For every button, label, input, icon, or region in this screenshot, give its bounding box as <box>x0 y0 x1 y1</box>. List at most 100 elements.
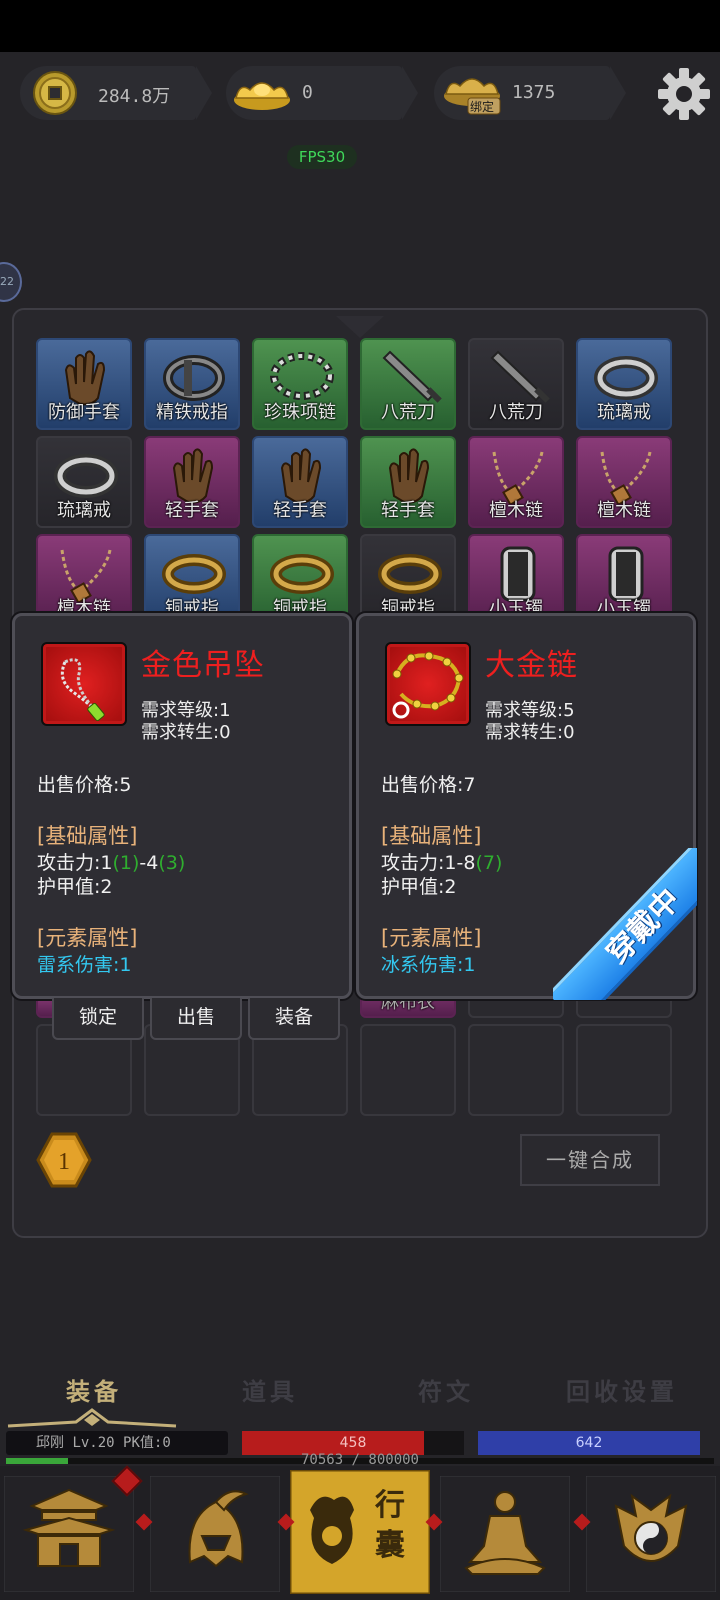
bound-ingot-value: 1375 <box>512 82 556 103</box>
item-name: 八荒刀 <box>489 402 543 423</box>
gold-chain-icon <box>385 642 471 726</box>
inventory-slot[interactable]: 防御手套 <box>36 338 132 430</box>
coin-counter: 284.8万 <box>20 66 212 120</box>
status-bar <box>0 0 720 52</box>
inventory-slot[interactable]: 檀木链 <box>576 436 672 528</box>
inventory-slot-empty[interactable] <box>576 1024 672 1116</box>
item-name: 轻手套 <box>165 500 219 521</box>
inventory-slot[interactable]: 轻手套 <box>360 436 456 528</box>
settings-gear-icon[interactable] <box>656 66 712 122</box>
equipped-ribbon: 穿戴中 <box>553 848 697 1000</box>
iron-ring-icon <box>154 344 234 406</box>
nav-taoism[interactable] <box>585 1475 717 1593</box>
lock-button[interactable]: 锁定 <box>52 998 144 1040</box>
attack-stat: 攻击力:1-8(7) <box>381 852 503 874</box>
inventory-slot[interactable]: 琉璃戒 <box>576 338 672 430</box>
nav-character[interactable] <box>149 1475 281 1593</box>
screen: { "currency": { "coins": "284.8万", "ingo… <box>0 0 720 1600</box>
glove-icon <box>262 442 342 504</box>
required-rebirth: 需求转生:0 <box>485 722 575 743</box>
element-stat: 冰系伤害:1 <box>381 954 476 976</box>
inventory-slot[interactable]: 轻手套 <box>252 436 348 528</box>
palace-icon <box>3 1475 135 1593</box>
item-name: 八荒刀 <box>381 402 435 423</box>
tab-items[interactable]: 道具 <box>242 1372 298 1407</box>
item-name: 轻手套 <box>381 500 435 521</box>
item-name: 珍珠项链 <box>264 402 336 423</box>
nav-palace[interactable] <box>3 1475 135 1593</box>
merge-all-button[interactable]: 一键合成 <box>520 1134 660 1186</box>
item-tooltip-selected: 金色吊坠 需求等级:1 需求转生:0 出售价格:5 [基础属性] 攻击力:1(1… <box>12 613 352 999</box>
element-attr-header: [元素属性] <box>381 926 482 950</box>
glove-icon <box>46 344 126 406</box>
svg-text:1: 1 <box>58 1149 70 1175</box>
glove-icon <box>370 442 450 504</box>
inventory-slot[interactable]: 琉璃戒 <box>36 436 132 528</box>
bound-ingot-counter: 绑定 1375 <box>434 66 626 120</box>
wood-necklace-icon <box>586 442 666 506</box>
side-level-badge[interactable]: 22 <box>0 262 22 302</box>
armor-stat: 护甲值:2 <box>381 876 457 898</box>
required-rebirth: 需求转生:0 <box>141 722 231 743</box>
glass-ring-icon <box>586 344 666 406</box>
wood-necklace-icon <box>46 540 126 604</box>
copper-coin-icon <box>33 71 77 115</box>
sell-price: 出售价格:7 <box>381 774 476 796</box>
inventory-slot[interactable]: 珍珠项链 <box>252 338 348 430</box>
item-name: 轻手套 <box>273 500 327 521</box>
nav-bag-active[interactable]: 行囊 <box>288 1468 432 1596</box>
equip-button[interactable]: 装备 <box>248 998 340 1040</box>
ingot-counter: 0 <box>226 66 418 120</box>
tab-runes[interactable]: 符文 <box>418 1372 474 1407</box>
bronze-ring-icon <box>262 540 342 602</box>
glove-icon <box>154 442 234 504</box>
tab-recycle-settings[interactable]: 回收设置 <box>566 1372 678 1407</box>
inventory-slot[interactable]: 轻手套 <box>144 436 240 528</box>
inventory-slot[interactable]: 精铁戒指 <box>144 338 240 430</box>
inventory-slot-empty[interactable] <box>468 1024 564 1116</box>
glass-ring-icon <box>46 442 126 504</box>
bracelet-icon <box>478 540 558 602</box>
helmet-icon <box>149 1475 281 1593</box>
bound-label: 绑定 <box>470 100 495 114</box>
item-name: 琉璃戒 <box>597 402 651 423</box>
sword-icon <box>370 344 450 406</box>
item-name: 檀木链 <box>489 500 543 521</box>
pearl-necklace-icon <box>262 344 342 406</box>
nav-bag-label: 行囊 <box>375 1488 405 1563</box>
item-tooltip-equipped: 大金链 需求等级:5 需求转生:0 出售价格:7 [基础属性] 攻击力:1-8(… <box>356 613 697 1000</box>
sell-button[interactable]: 出售 <box>150 998 242 1040</box>
tab-equipment[interactable]: 装备 <box>66 1372 122 1407</box>
basic-attr-header: [基础属性] <box>381 824 482 848</box>
gold-pendant-icon <box>41 642 127 726</box>
bronze-ring-icon <box>370 540 450 602</box>
mp-value: 642 <box>575 1435 603 1451</box>
bronze-ring-icon <box>154 540 234 602</box>
inventory-slot-empty[interactable] <box>360 1024 456 1116</box>
required-level: 需求等级:5 <box>485 700 575 721</box>
fps-indicator: FPS30 <box>287 145 357 169</box>
sword-icon <box>478 344 558 406</box>
nav-meditation[interactable] <box>439 1475 571 1593</box>
item-name: 精铁戒指 <box>156 402 228 423</box>
element-attr-header: [元素属性] <box>37 926 138 950</box>
element-stat: 雷系伤害:1 <box>37 954 132 976</box>
inventory-slot[interactable]: 八荒刀 <box>468 338 564 430</box>
armor-stat: 护甲值:2 <box>37 876 113 898</box>
sell-price: 出售价格:5 <box>37 774 132 796</box>
active-tab-underline <box>7 1408 177 1428</box>
item-title: 大金链 <box>485 648 578 683</box>
attack-stat: 攻击力:1(1)-4(3) <box>37 852 186 874</box>
wood-necklace-icon <box>478 442 558 506</box>
item-name: 檀木链 <box>597 500 651 521</box>
item-title: 金色吊坠 <box>141 648 265 683</box>
item-name: 琉璃戒 <box>57 500 111 521</box>
required-level: 需求等级:1 <box>141 700 231 721</box>
inventory-slot[interactable]: 檀木链 <box>468 436 564 528</box>
page-counter-badge[interactable]: 1 <box>36 1132 92 1188</box>
equipped-badge: 穿戴中 <box>553 848 697 1000</box>
item-name: 防御手套 <box>48 402 120 423</box>
inventory-slot[interactable]: 八荒刀 <box>360 338 456 430</box>
hp-value: 458 <box>339 1435 367 1451</box>
coin-value: 284.8万 <box>98 86 171 107</box>
